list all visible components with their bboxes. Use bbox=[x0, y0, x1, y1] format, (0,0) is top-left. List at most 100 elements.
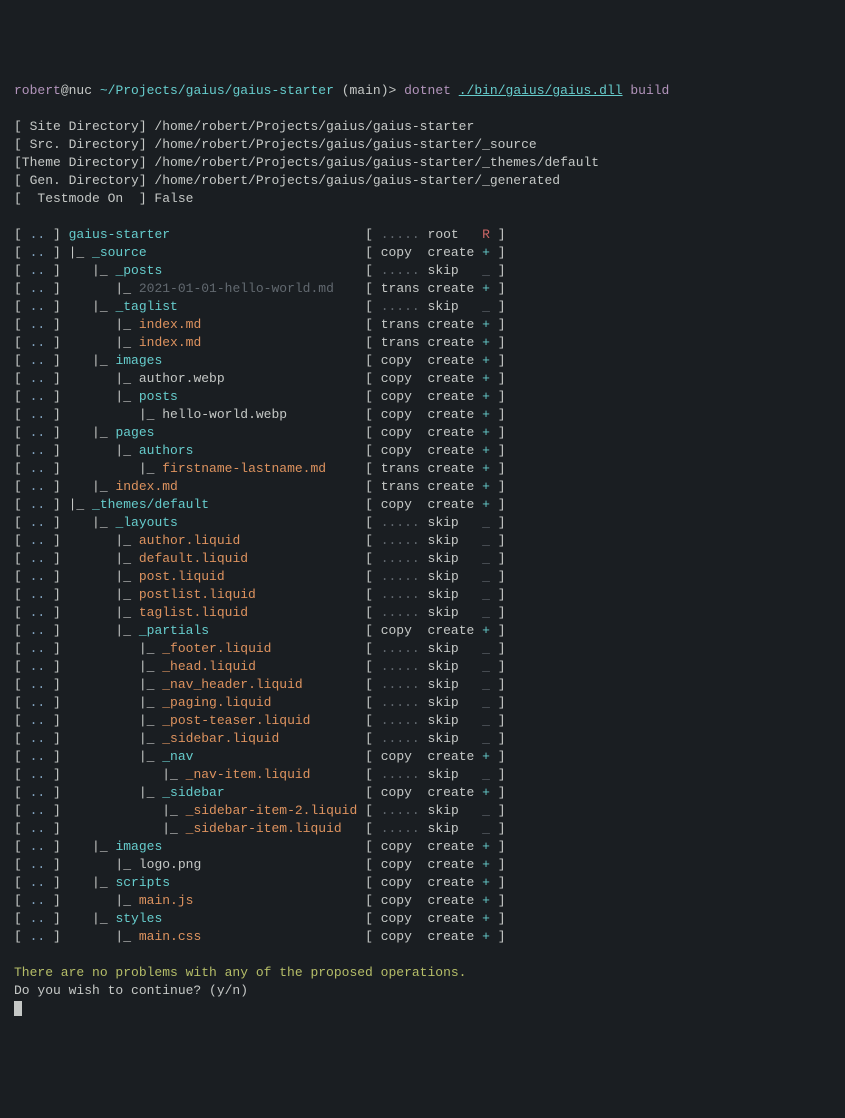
dots-icon: .. bbox=[30, 713, 46, 728]
bracket-close: ] bbox=[490, 713, 506, 728]
source-name: hello-world.webp bbox=[162, 407, 287, 422]
pad bbox=[271, 641, 365, 656]
action: create bbox=[428, 461, 475, 476]
source-name: pages bbox=[115, 425, 154, 440]
pad bbox=[162, 263, 365, 278]
bracket-open: [ bbox=[14, 569, 30, 584]
bracket-close: ] bbox=[45, 281, 68, 296]
bracket-open: [ bbox=[365, 407, 381, 422]
pad bbox=[310, 767, 365, 782]
tree-indent: |_ bbox=[69, 641, 163, 656]
bracket-close: ] bbox=[45, 695, 68, 710]
dots-icon: .. bbox=[30, 479, 46, 494]
operation: ..... bbox=[381, 713, 420, 728]
bracket-close: ] bbox=[45, 551, 68, 566]
bracket-open: [ bbox=[14, 551, 30, 566]
prompt-path: ~/Projects/gaius/gaius-starter bbox=[100, 83, 342, 98]
tree-indent: |_ bbox=[69, 335, 139, 350]
action: skip bbox=[428, 677, 475, 692]
operation: ..... bbox=[381, 803, 420, 818]
action: skip bbox=[428, 551, 475, 566]
tree-indent: |_ bbox=[69, 389, 139, 404]
status-symbol: + bbox=[482, 497, 490, 512]
bracket-open: [ bbox=[365, 299, 381, 314]
confirm-prompt[interactable]: Do you wish to continue? (y/n) bbox=[14, 982, 831, 1000]
status-symbol: + bbox=[482, 623, 490, 638]
action: create bbox=[428, 839, 475, 854]
action: skip bbox=[428, 641, 475, 656]
tree-indent: |_ bbox=[69, 497, 92, 512]
pad bbox=[334, 281, 365, 296]
action: skip bbox=[428, 731, 475, 746]
operation: copy bbox=[381, 443, 420, 458]
action: create bbox=[428, 389, 475, 404]
prompt-user: robert bbox=[14, 83, 61, 98]
bracket-close: ] bbox=[490, 695, 506, 710]
bracket-open: [ bbox=[365, 857, 381, 872]
source-name: _posts bbox=[115, 263, 162, 278]
tree-row: [ .. ] |_ _nav_header.liquid [ ..... ski… bbox=[14, 676, 831, 694]
source-name: _partials bbox=[139, 623, 209, 638]
operation: trans bbox=[381, 317, 420, 332]
pad bbox=[225, 569, 365, 584]
tree-indent: |_ bbox=[69, 911, 116, 926]
dots-icon: .. bbox=[30, 803, 46, 818]
bracket-open: [ bbox=[14, 263, 30, 278]
dots-icon: .. bbox=[30, 425, 46, 440]
bracket-open: [ bbox=[14, 641, 30, 656]
bracket-open: [ bbox=[365, 623, 381, 638]
tree-row: [ .. ] |_ main.css [ copy create + ] bbox=[14, 928, 831, 946]
bracket-close: ] bbox=[490, 443, 506, 458]
operation: copy bbox=[381, 857, 420, 872]
tree-indent: |_ bbox=[69, 425, 116, 440]
status-symbol: + bbox=[482, 335, 490, 350]
action: skip bbox=[428, 299, 475, 314]
bracket-close: ] bbox=[45, 659, 68, 674]
tree-indent: |_ bbox=[69, 857, 139, 872]
operation: ..... bbox=[381, 641, 420, 656]
action: create bbox=[428, 911, 475, 926]
tree-indent: |_ bbox=[69, 785, 163, 800]
tree-indent: |_ bbox=[69, 929, 139, 944]
action: create bbox=[428, 497, 475, 512]
bracket-close: ] bbox=[45, 623, 68, 638]
tree-indent: |_ bbox=[69, 605, 139, 620]
bracket-close: ] bbox=[490, 533, 506, 548]
cursor[interactable] bbox=[14, 1000, 831, 1018]
dots-icon: .. bbox=[30, 515, 46, 530]
pad bbox=[162, 353, 365, 368]
status-symbol: _ bbox=[482, 569, 490, 584]
tree-indent: |_ bbox=[69, 479, 116, 494]
status-symbol: _ bbox=[482, 551, 490, 566]
tree-row: [ .. ] |_ authors [ copy create + ] bbox=[14, 442, 831, 460]
bracket-close: ] bbox=[490, 263, 506, 278]
terminal[interactable]: robert@nuc ~/Projects/gaius/gaius-starte… bbox=[14, 82, 831, 1018]
pad bbox=[201, 929, 365, 944]
status-symbol: _ bbox=[482, 695, 490, 710]
status-symbol: + bbox=[482, 461, 490, 476]
source-name: main.js bbox=[139, 893, 194, 908]
tree-row: [ .. ] |_ pages [ copy create + ] bbox=[14, 424, 831, 442]
bracket-close: ] bbox=[490, 893, 506, 908]
operation: ..... bbox=[381, 677, 420, 692]
tree-indent: |_ bbox=[69, 569, 139, 584]
bracket-close: ] bbox=[490, 227, 506, 242]
bracket-close: ] bbox=[490, 911, 506, 926]
dots-icon: .. bbox=[30, 317, 46, 332]
bracket-close: ] bbox=[490, 677, 506, 692]
action: create bbox=[428, 785, 475, 800]
bracket-close: ] bbox=[45, 713, 68, 728]
status-symbol: _ bbox=[482, 641, 490, 656]
tree-row: [ .. ] |_ hello-world.webp [ copy create… bbox=[14, 406, 831, 424]
source-name: post.liquid bbox=[139, 569, 225, 584]
pad bbox=[193, 443, 365, 458]
bracket-close: ] bbox=[45, 821, 68, 836]
action: create bbox=[428, 749, 475, 764]
operation: ..... bbox=[381, 551, 420, 566]
tree-row: [ .. ] |_ _partials [ copy create + ] bbox=[14, 622, 831, 640]
bracket-open: [ bbox=[365, 713, 381, 728]
bracket-open: [ bbox=[365, 731, 381, 746]
bracket-open: [ bbox=[365, 389, 381, 404]
dots-icon: .. bbox=[30, 443, 46, 458]
bracket-close: ] bbox=[45, 407, 68, 422]
